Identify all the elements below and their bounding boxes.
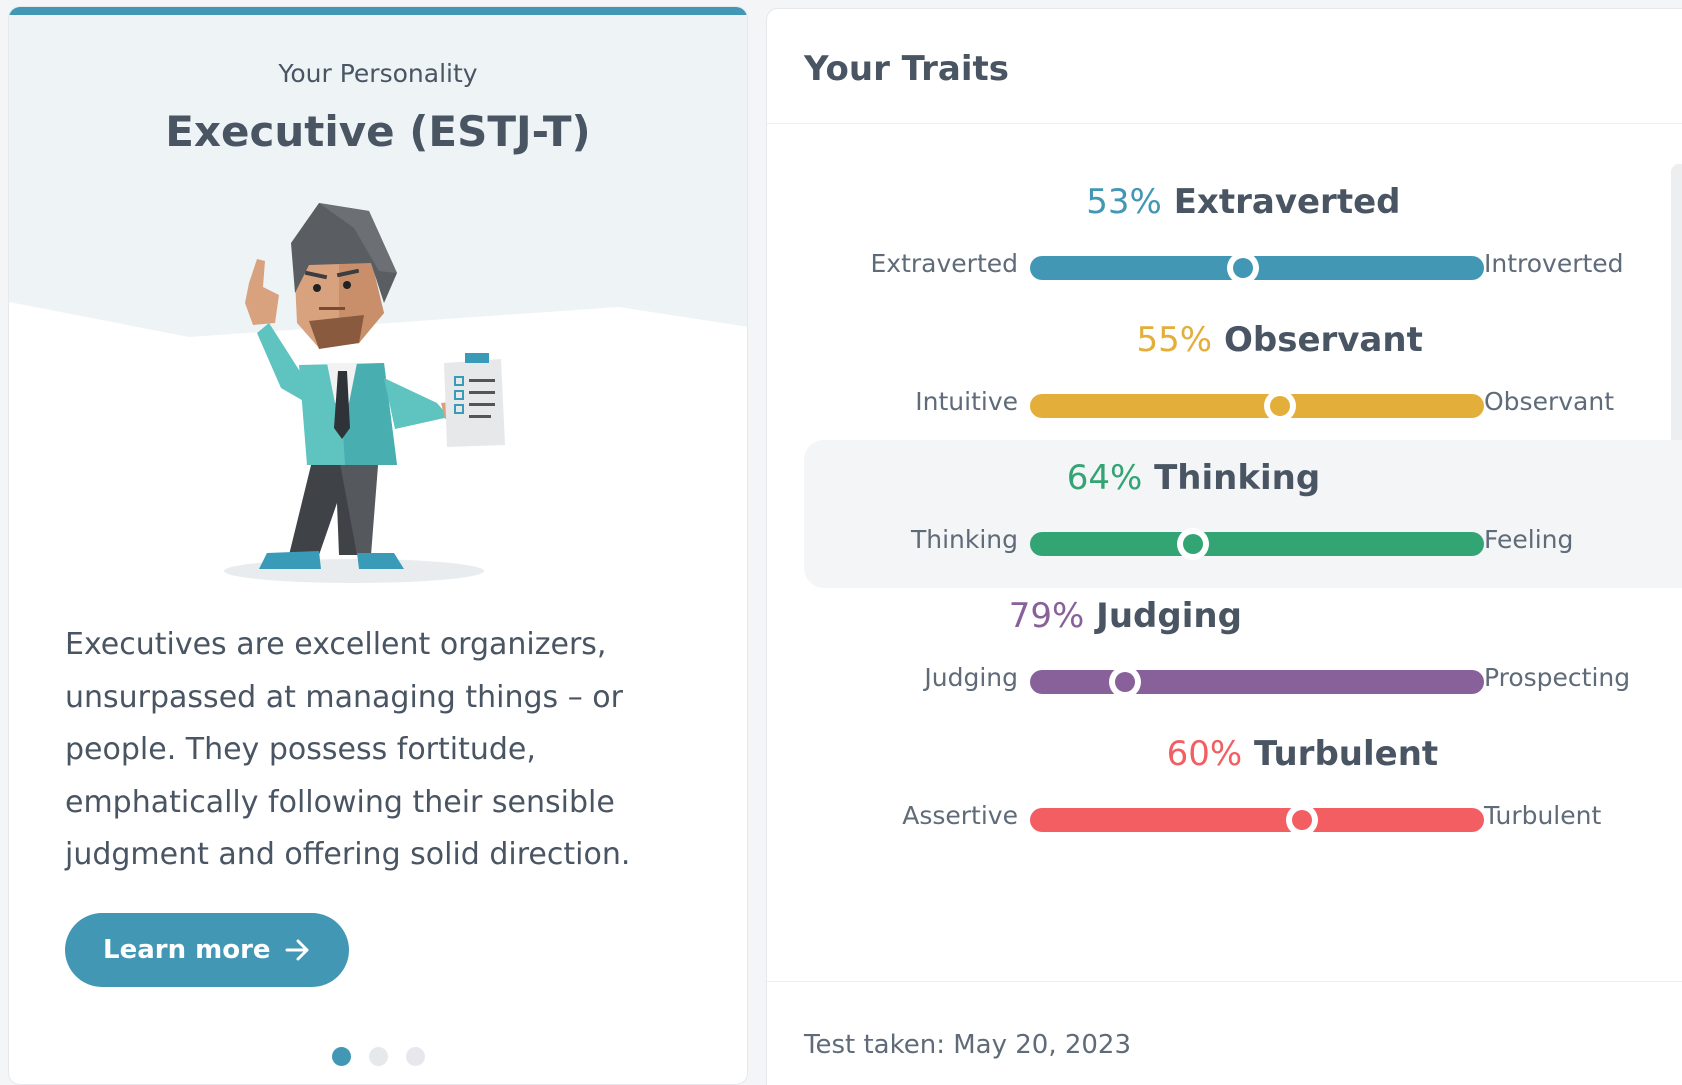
learn-more-button[interactable]: Learn more [65, 913, 349, 987]
personality-type-title: Executive (ESTJ-T) [165, 107, 591, 156]
trait-left-label: Judging [924, 663, 1018, 692]
trait-name: Turbulent [1254, 734, 1439, 774]
trait-percent: 60% [1166, 734, 1243, 774]
trait-bar [1030, 252, 1484, 284]
arrow-right-icon [285, 939, 309, 961]
personality-card: Your Personality Executive (ESTJ-T) Exec… [8, 6, 748, 1085]
trait-row[interactable]: 60% Turbulent Assertive Turbulent [804, 716, 1682, 864]
trait-heading: 53% Extraverted [1086, 182, 1400, 222]
trait-knob-inner [1183, 534, 1204, 554]
trait-percent: 64% [1066, 458, 1143, 498]
trait-right-label: Observant [1484, 387, 1614, 416]
carousel-dot[interactable] [331, 1047, 351, 1066]
carousel-dot[interactable] [405, 1047, 425, 1066]
trait-row[interactable]: 53% Extraverted Extraverted Introverted [804, 164, 1682, 312]
trait-bar [1030, 666, 1484, 698]
trait-knob [1109, 666, 1142, 698]
carousel-dot[interactable] [368, 1047, 388, 1066]
trait-bar [1030, 528, 1484, 560]
trait-heading: 60% Turbulent [1167, 734, 1439, 774]
trait-heading: 79% Judging [1009, 596, 1242, 636]
trait-right-label: Prospecting [1484, 663, 1631, 692]
test-taken-date: Test taken: May 20, 2023 [804, 1030, 1132, 1060]
trait-heading: 55% Observant [1137, 320, 1423, 360]
trait-knob [1227, 252, 1260, 284]
trait-left-label: Intuitive [915, 387, 1018, 416]
trait-knob [1263, 390, 1296, 422]
personality-subtitle: Your Personality [278, 59, 478, 88]
trait-name: Observant [1223, 320, 1423, 360]
traits-title: Your Traits [804, 49, 1009, 89]
trait-percent: 53% [1086, 182, 1162, 222]
trait-heading: 64% Thinking [1067, 458, 1321, 498]
trait-right-label: Introverted [1484, 249, 1624, 278]
trait-left-label: Thinking [910, 525, 1018, 554]
trait-knob-inner [1269, 396, 1290, 416]
trait-percent: 55% [1136, 320, 1213, 360]
trait-left-label: Assertive [902, 801, 1018, 830]
trait-name: Thinking [1154, 458, 1321, 498]
traits-footer: Test taken: May 20, 2023 [767, 981, 1682, 1060]
trait-row[interactable]: 64% Thinking Thinking Feeling [804, 440, 1682, 588]
trait-knob [1177, 528, 1210, 560]
trait-knob-inner [1115, 672, 1136, 692]
trait-name: Extraverted [1173, 182, 1401, 222]
traits-header: Your Traits [767, 9, 1682, 124]
trait-knob-inner [1292, 810, 1313, 830]
trait-percent: 79% [1008, 596, 1085, 636]
trait-row[interactable]: 79% Judging Judging Prospecting [804, 578, 1682, 726]
traits-card: Your Traits 53% Extraverted Extraverted In… [766, 8, 1682, 1085]
trait-knob-inner [1233, 258, 1254, 278]
trait-knob [1286, 804, 1319, 836]
trait-right-label: Feeling [1484, 525, 1574, 554]
trait-right-label: Turbulent [1484, 801, 1602, 830]
executive-character-illustration [224, 203, 505, 583]
trait-bar [1030, 804, 1484, 836]
trait-row[interactable]: 55% Observant Intuitive Observant [804, 302, 1682, 450]
trait-name: Judging [1096, 596, 1242, 636]
personality-description: Executives are excellent organizers, uns… [65, 627, 631, 872]
trait-left-label: Extraverted [870, 249, 1019, 278]
card-accent-bar [9, 7, 747, 15]
trait-bar [1030, 390, 1484, 422]
carousel-dots [9, 1047, 747, 1066]
learn-more-label: Learn more [103, 935, 271, 965]
